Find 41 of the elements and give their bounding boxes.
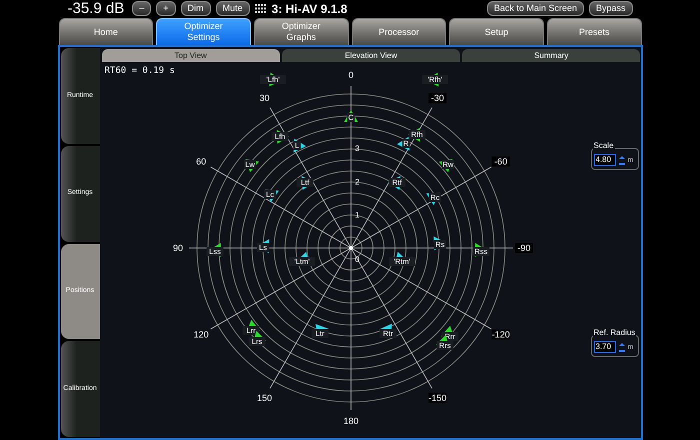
spin-arrows-icon[interactable]	[618, 342, 624, 352]
nav-tab[interactable]: Processor	[352, 18, 446, 45]
toolbar-button[interactable]: +	[156, 1, 176, 16]
angle-label: 60	[196, 156, 206, 166]
angle-label: -60	[491, 156, 510, 166]
rt60-readout: RT60 = 0.19 s	[104, 65, 175, 78]
field-legend: Scale	[592, 142, 615, 150]
nav-tab[interactable]: Presets	[546, 18, 642, 45]
toolbar-button[interactable]: –	[132, 1, 152, 16]
view-tab[interactable]: Summary	[462, 49, 640, 62]
bitstream-icon	[254, 4, 267, 14]
number-field[interactable]: 3.70	[594, 341, 616, 353]
volume-readout: -35.9 dB	[68, 1, 124, 16]
ring-label: 1	[354, 210, 359, 220]
angle-label: 120	[193, 330, 208, 340]
nav-tab[interactable]: Optimizer Graphs	[254, 18, 349, 45]
spin-arrows-icon[interactable]	[618, 156, 624, 164]
angle-label: 180	[342, 416, 358, 426]
toolbar-button[interactable]: Back to Main Screen	[486, 1, 584, 16]
angle-label: -120	[491, 330, 510, 340]
nav-tab[interactable]: Home	[58, 18, 154, 45]
number-field[interactable]: 4.80	[594, 154, 616, 166]
field-legend: Ref. Radius	[592, 329, 636, 337]
angle-label: 0	[348, 70, 353, 80]
preset-title: 3: Hi-AV 9.1.8	[272, 2, 348, 14]
view-tab[interactable]: Elevation View	[282, 49, 460, 62]
angle-label: 30	[259, 93, 269, 104]
nav-tab[interactable]: Optimizer Settings	[156, 18, 251, 45]
toolbar-button[interactable]: Bypass	[588, 1, 632, 16]
angle-label: -150	[428, 392, 446, 403]
center-point	[348, 246, 352, 250]
angle-label: 90	[172, 243, 182, 253]
angle-label: -90	[514, 243, 532, 253]
toolbar-button[interactable]: Dim	[180, 1, 210, 16]
nav-tab[interactable]: Setup	[449, 18, 544, 45]
toolbar-button[interactable]: Mute	[216, 1, 250, 16]
ring-label: 3	[354, 144, 359, 154]
view-tab[interactable]: Top View	[102, 49, 280, 62]
ring-label: 2	[354, 177, 359, 186]
angle-label: -30	[428, 93, 446, 104]
angle-label: 150	[256, 392, 272, 403]
